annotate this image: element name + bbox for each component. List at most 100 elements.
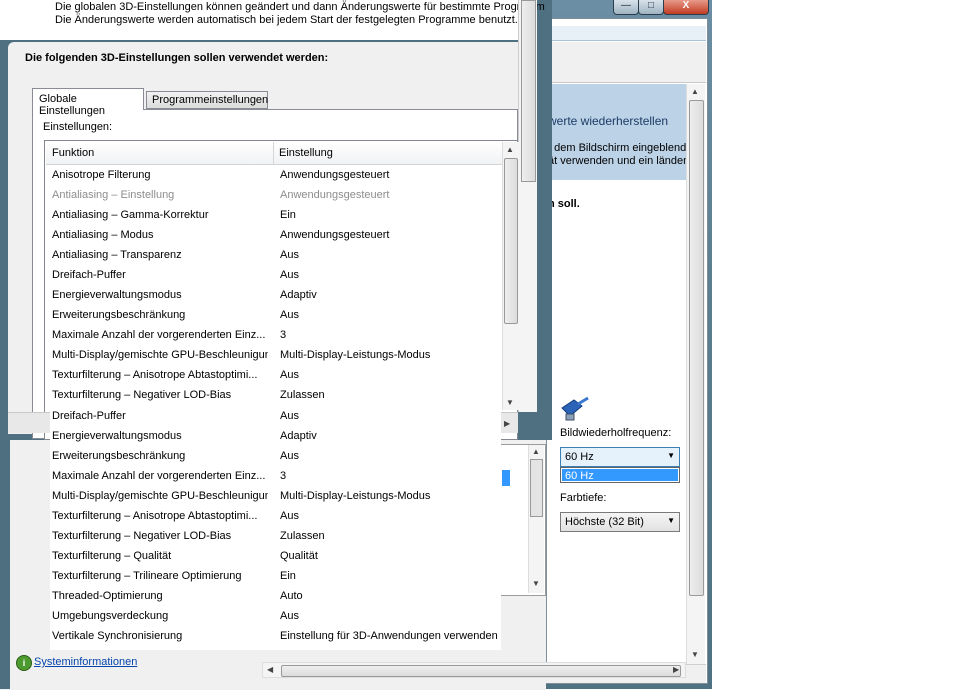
table-row[interactable]: Multi-Display/gemischte GPU-Beschleunigu…: [52, 345, 502, 365]
table-row[interactable]: Dreifach-Puffer Aus: [52, 406, 502, 426]
row-setting[interactable]: Aus: [280, 265, 299, 285]
refresh-rate-option[interactable]: 60 Hz: [562, 469, 678, 482]
table-row[interactable]: Antialiasing – Modus Anwendungsgesteuert: [52, 225, 502, 245]
row-setting[interactable]: Aus: [280, 606, 299, 626]
row-setting[interactable]: Aus: [280, 365, 299, 385]
row-setting[interactable]: Multi-Display-Leistungs-Modus: [280, 345, 430, 365]
scrollbar-thumb[interactable]: [530, 459, 543, 517]
color-depth-select[interactable]: Höchste (32 Bit) ▼: [560, 512, 680, 532]
row-function: Energieverwaltungsmodus: [52, 430, 182, 442]
table-row[interactable]: Texturfilterung – Negativer LOD-Bias Zula…: [52, 385, 502, 405]
row-function: Multi-Display/gemischte GPU-Beschleunigu…: [52, 490, 268, 502]
info-icon: i: [16, 655, 32, 671]
table-row[interactable]: Antialiasing – Gamma-Korrektur Ein: [52, 205, 502, 225]
row-function: Erweiterungsbeschränkung: [52, 309, 186, 321]
table-row[interactable]: Maximale Anzahl der vorgerenderten Einz.…: [52, 325, 502, 345]
row-setting[interactable]: 3: [280, 466, 286, 486]
row-setting[interactable]: Aus: [280, 446, 299, 466]
table-row[interactable]: Maximale Anzahl der vorgerenderten Einz.…: [52, 466, 502, 486]
system-info-link[interactable]: Systeminformationen: [34, 656, 137, 668]
row-function: Texturfilterung – Anisotrope Abtastoptim…: [52, 510, 258, 522]
minimize-button[interactable]: —: [613, 0, 639, 15]
listbox-scrollbar[interactable]: ▲ ▼: [528, 445, 544, 593]
column-separator[interactable]: [273, 142, 274, 164]
scroll-down-arrow-icon[interactable]: ▼: [506, 398, 514, 408]
table-row[interactable]: Texturfilterung – Anisotrope Abtastoptim…: [52, 506, 502, 526]
table-row[interactable]: Multi-Display/gemischte GPU-Beschleunigu…: [52, 486, 502, 506]
row-function: Texturfilterung – Anisotrope Abtastoptim…: [52, 369, 258, 381]
close-button[interactable]: X: [663, 0, 709, 15]
row-setting[interactable]: Adaptiv: [280, 426, 317, 446]
row-setting[interactable]: Anwendungsgesteuert: [280, 165, 389, 185]
settings-heading: Die folgenden 3D-Einstellungen sollen ve…: [25, 52, 329, 64]
row-setting[interactable]: Aus: [280, 506, 299, 526]
chevron-down-icon[interactable]: ▼: [667, 516, 675, 525]
dialog-vertical-scrollbar[interactable]: [518, 0, 537, 412]
scrollbar-thumb[interactable]: [521, 0, 536, 182]
scroll-up-arrow-icon[interactable]: ▲: [532, 447, 540, 457]
tab-program-settings[interactable]: Programmeinstellungen: [146, 91, 268, 109]
refresh-rate-select[interactable]: 60 Hz ▼: [560, 447, 680, 467]
table-row[interactable]: Texturfilterung – Qualität Qualität: [52, 546, 502, 566]
table-row[interactable]: Antialiasing – Einstellung Anwendungsgest…: [52, 185, 502, 205]
row-setting[interactable]: Aus: [280, 406, 299, 426]
row-function: Antialiasing – Modus: [52, 229, 154, 241]
tab-global-settings[interactable]: Globale Einstellungen: [32, 88, 144, 117]
table-row[interactable]: Vertikale Synchronisierung Einstellung fü…: [52, 626, 502, 646]
row-setting[interactable]: Ein: [280, 205, 296, 225]
scrollbar-thumb[interactable]: [504, 158, 518, 324]
table-row[interactable]: Texturfilterung – Anisotrope Abtastoptim…: [52, 365, 502, 385]
row-setting[interactable]: Qualität: [280, 546, 318, 566]
horizontal-scrollbar[interactable]: ◀ ▶: [262, 662, 686, 678]
row-setting[interactable]: Anwendungsgesteuert: [280, 185, 389, 205]
scroll-down-arrow-icon[interactable]: ▼: [691, 650, 699, 660]
refresh-rate-dropdown-list[interactable]: 60 Hz: [560, 467, 680, 483]
description-line2: Die Änderungswerte werden automatisch be…: [55, 14, 518, 26]
row-setting[interactable]: Aus: [280, 305, 299, 325]
column-header-setting[interactable]: Einstellung: [279, 147, 333, 159]
table-row[interactable]: Dreifach-Puffer Aus: [52, 265, 502, 285]
scroll-right-arrow-icon[interactable]: ▶: [673, 665, 679, 675]
table-row[interactable]: Texturfilterung – Trilineare Optimierung…: [52, 566, 502, 586]
column-header-function[interactable]: Funktion: [52, 147, 94, 159]
color-depth-value: Höchste (32 Bit): [565, 516, 644, 528]
row-function: Texturfilterung – Negativer LOD-Bias: [52, 389, 232, 401]
restore-defaults-link[interactable]: werte wiederherstellen: [548, 114, 686, 128]
chevron-down-icon[interactable]: ▼: [667, 451, 675, 460]
table-row[interactable]: Umgebungsverdeckung Aus: [52, 606, 502, 626]
row-setting[interactable]: Aus: [280, 245, 299, 265]
row-function: Dreifach-Puffer: [52, 410, 126, 422]
table-row[interactable]: Energieverwaltungsmodus Adaptiv: [52, 285, 502, 305]
table-row[interactable]: Energieverwaltungsmodus Adaptiv: [52, 426, 502, 446]
row-function: Antialiasing – Transparenz: [52, 249, 182, 261]
listbox-selection: [502, 470, 510, 486]
table-row[interactable]: Threaded-Optimierung Auto: [52, 586, 502, 606]
row-setting[interactable]: Anwendungsgesteuert: [280, 225, 389, 245]
row-setting[interactable]: Einstellung für 3D-Anwendungen verwenden: [280, 626, 498, 646]
maximize-button[interactable]: □: [638, 0, 664, 15]
scroll-down-arrow-icon[interactable]: ▼: [532, 579, 540, 589]
table-row[interactable]: Antialiasing – Transparenz Aus: [52, 245, 502, 265]
row-setting[interactable]: Multi-Display-Leistungs-Modus: [280, 486, 430, 506]
row-setting[interactable]: Zulassen: [280, 385, 325, 405]
row-setting[interactable]: Adaptiv: [280, 285, 317, 305]
row-setting[interactable]: 3: [280, 325, 286, 345]
row-setting[interactable]: Ein: [280, 566, 296, 586]
scroll-up-arrow-icon[interactable]: ▲: [506, 145, 514, 155]
scroll-left-arrow-icon[interactable]: ◀: [267, 665, 273, 675]
row-setting[interactable]: Auto: [280, 586, 303, 606]
scrollbar-thumb[interactable]: [689, 100, 704, 596]
settings-label: Einstellungen:: [43, 121, 113, 133]
table-vertical-scrollbar[interactable]: ▲ ▼: [502, 142, 519, 410]
row-function: Energieverwaltungsmodus: [52, 289, 182, 301]
table-row[interactable]: Erweiterungsbeschränkung Aus: [52, 305, 502, 325]
refresh-rate-value: 60 Hz: [565, 451, 594, 463]
table-row[interactable]: Texturfilterung – Negativer LOD-Bias Zula…: [52, 526, 502, 546]
scroll-up-arrow-icon[interactable]: ▲: [691, 87, 699, 97]
table-row[interactable]: Anisotrope Filterung Anwendungsgesteuert: [52, 165, 502, 185]
scroll-right-arrow-icon[interactable]: ▶: [504, 419, 510, 429]
row-setting[interactable]: Zulassen: [280, 526, 325, 546]
page-vertical-scrollbar[interactable]: ▲ ▼: [686, 84, 705, 664]
scrollbar-thumb[interactable]: [281, 665, 681, 677]
table-row[interactable]: Erweiterungsbeschränkung Aus: [52, 446, 502, 466]
